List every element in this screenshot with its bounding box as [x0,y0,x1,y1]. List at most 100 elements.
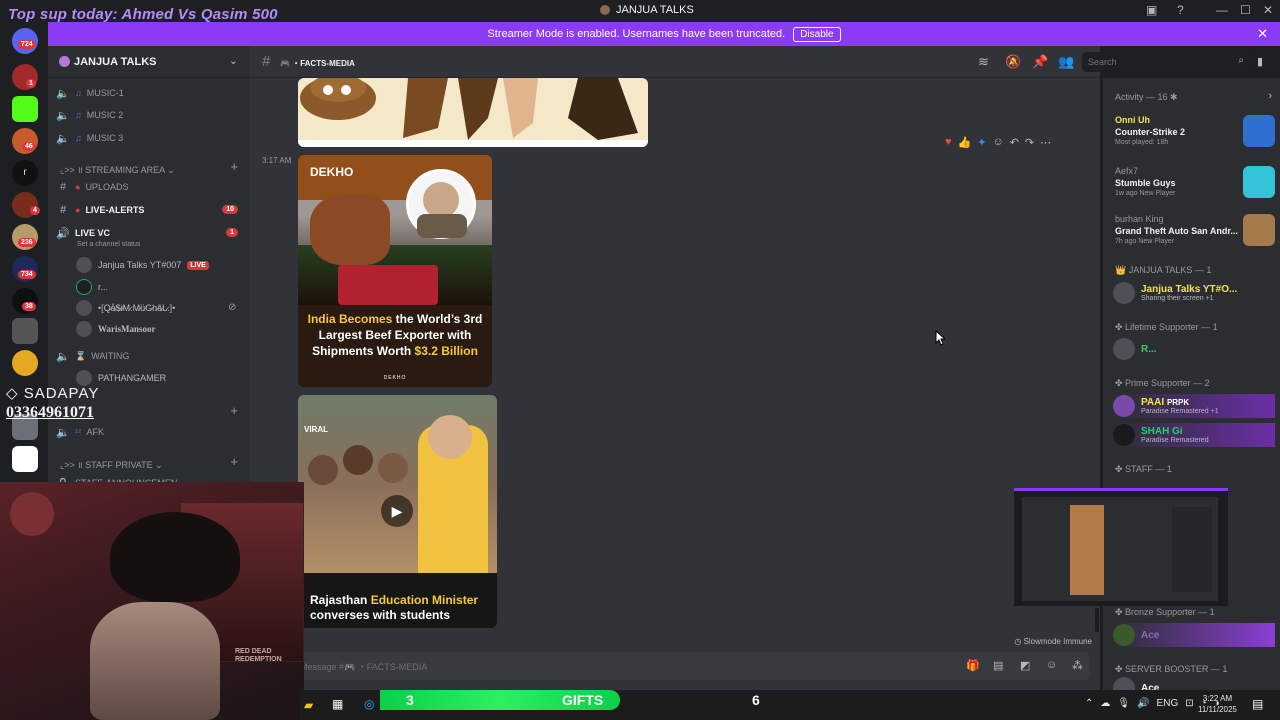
close-window-button[interactable]: ✕ [1263,3,1273,17]
role-header: ✤ Lifetime Supporter — 1 [1115,322,1218,332]
minimize-button[interactable]: — [1216,3,1228,17]
search-icon: ⌕ [1238,55,1244,66]
clock[interactable]: 3:22 AM 11/11/2025 [1198,693,1237,715]
chevron-down-icon[interactable]: ⌄ [229,54,238,67]
activity-header[interactable]: Activity — 16 ✱ [1115,92,1178,103]
sticker-icon[interactable]: ◩ [1020,659,1030,672]
server-icon[interactable] [12,96,38,122]
speaker-tray-icon[interactable]: 🔊 [1137,698,1149,709]
text-channel-uploads[interactable]: # ● UPLOADS [56,178,129,196]
text-channel-live-alerts[interactable]: # ● LIVE-ALERTS [56,201,145,219]
disable-streamer-mode-button[interactable]: Disable [793,26,841,42]
video-card[interactable]: VIRAL ▶ Rajasthan Education Minister con… [298,395,497,628]
pip-screen [1022,497,1218,601]
stream-preview-pip[interactable] [1014,488,1228,606]
gif-icon[interactable]: ▤ [993,659,1003,672]
edge-icon[interactable]: ◎ [364,697,374,711]
voice-channel-music-3[interactable]: 🔈 ♫ MUSIC 3 [56,129,123,147]
voice-channel-live-vc[interactable]: 🔊 LIVE VC [56,224,110,242]
set-channel-status[interactable]: Set a channel status [77,241,140,248]
activity-card[interactable]: Onni Uh Counter-Strike 2 Most played: 18… [1115,115,1275,157]
news-image-card[interactable]: DEKHO India Becomes the World’s 3rd Larg… [298,155,492,387]
voice-channel-afk[interactable]: 🔈 ᶻᶻ AFK [56,423,104,441]
poster-sun [10,492,54,536]
store-icon[interactable]: ▦ [332,697,343,711]
category-staff-private[interactable]: ⌞>> ॥ STAFF PRIVATE ⌄ [60,458,163,471]
threads-icon[interactable]: ≋ [978,54,989,70]
member-item[interactable]: R... [1113,337,1157,361]
pip-content [1172,507,1212,592]
more-icon[interactable]: ⋯ [1040,136,1051,149]
voice-channel-music-2[interactable]: 🔈 ♫ MUSIC 2 [56,106,123,124]
search-input[interactable] [1088,55,1228,69]
unread-badge: 734 [18,270,36,279]
file-explorer-icon[interactable]: ▰ [304,698,313,712]
streamer-mode-banner: Streamer Mode is enabled. Usernames have… [48,22,1280,46]
member-item[interactable]: PAAI PRPK Paradise Remastered +1 [1113,394,1275,418]
hash-icon: # [59,181,67,193]
add-reaction-icon[interactable]: ☺ [992,136,1003,149]
voice-user[interactable]: r... [76,277,108,297]
add-channel-button[interactable]: + [230,403,238,418]
server-icon[interactable]: r [12,160,38,186]
network-icon[interactable]: ⊡ [1185,698,1193,709]
play-icon[interactable]: ▶ [381,495,413,527]
help-icon[interactable]: ? [1177,3,1184,17]
heart-reaction-icon[interactable]: ♥ [945,136,952,149]
music-icon: ♫ [75,133,82,143]
server-icon[interactable] [12,446,38,472]
role-header: ✤ Bronze Supporter — 1 [1115,607,1215,617]
inbox-icon[interactable]: ▮ [1257,55,1263,68]
guild-header[interactable]: JANJUA TALKS ⌄ [48,46,250,78]
activity-card[interactable]: Aefx7 Stumble Guys 1w ago New Player [1115,166,1275,208]
card-brand: DEKHO [310,165,354,179]
unread-badge: 724 [18,40,36,49]
message-composer[interactable]: Message #🎮 ・FACTS-MEDIA 🎁 ▤ ◩ ☺ ⁂ [300,652,1090,680]
card-footer: DEKHO [383,375,407,381]
activity-card[interactable]: burhan King Grand Theft Auto San Andr...… [1115,214,1275,256]
voice-user[interactable]: Janjua Talks YT#007 LIVE [76,255,209,275]
category-streaming-area[interactable]: ⌞>> ॥ STREAMING AREA ⌄ [60,163,175,176]
voice-user-name: WarisMansoor [98,324,156,334]
lang-indicator[interactable]: ENG [1157,698,1179,709]
reply-icon[interactable]: ↶ [1010,136,1019,149]
chevron-right-icon[interactable]: › [1268,90,1272,102]
attachment-image[interactable] [298,78,648,147]
search-box[interactable]: ⌕ [1082,52,1252,72]
cloud-icon[interactable]: ☁ [1100,698,1110,709]
pin-icon[interactable]: 📌 [1032,54,1048,70]
emoji-icon[interactable]: ☺ [1046,659,1057,671]
voice-channel-waiting[interactable]: 🔈 ⌛ WAITING [56,347,129,365]
member-item[interactable]: Janjua Talks YT#O... Sharing their screen… [1113,281,1237,305]
super-reaction-icon[interactable]: ✦ [977,136,986,149]
notifications-icon[interactable]: ▤ [1252,697,1263,711]
thumbs-up-icon[interactable]: 👍 [958,136,972,149]
voice-channel-music-1[interactable]: 🔈 ♫ MUSIC-1 [56,84,124,102]
server-icon[interactable] [12,350,38,376]
message-actions: ♥ 👍 ✦ ☺ ↶ ↷ ⋯ [945,136,1051,149]
forward-icon[interactable]: ↷ [1025,136,1034,149]
gifts-goal: 6 [752,692,760,708]
avatar [1113,338,1135,360]
channel-label: LIVE-ALERTS [85,205,145,215]
maximize-button[interactable]: ☐ [1240,3,1251,17]
member-list-icon[interactable]: 👥 [1058,54,1074,70]
apps-icon[interactable]: ⁂ [1072,659,1083,672]
member-item[interactable]: SHAH Gi Paradise Remastered [1113,423,1275,447]
channel-label: AFK [86,427,104,437]
add-channel-button[interactable]: + [230,454,238,469]
chevron-up-icon[interactable]: ⌃ [1085,698,1093,709]
music-icon: ♫ [75,110,82,120]
inbox-icon[interactable]: ▣ [1146,3,1157,17]
server-icon[interactable] [12,318,38,344]
voice-user[interactable]: •[Q̷å̷$̷i̷M̷.M̷ü̷G̷h̷ã̷L̷.]• [76,298,175,318]
member-item[interactable]: Ace [1113,623,1275,647]
add-channel-button[interactable]: + [230,159,238,174]
gift-icon[interactable]: 🎁 [966,659,980,672]
voice-user[interactable]: WarisMansoor [76,319,156,339]
close-banner-icon[interactable]: ✕ [1257,26,1268,42]
mic-icon[interactable]: 🎙 [1117,698,1130,709]
notification-bell-icon[interactable]: 🔕 [1005,54,1021,70]
voice-user-name: Janjua Talks YT#007 [98,260,182,270]
scrollbar[interactable] [1095,608,1099,632]
